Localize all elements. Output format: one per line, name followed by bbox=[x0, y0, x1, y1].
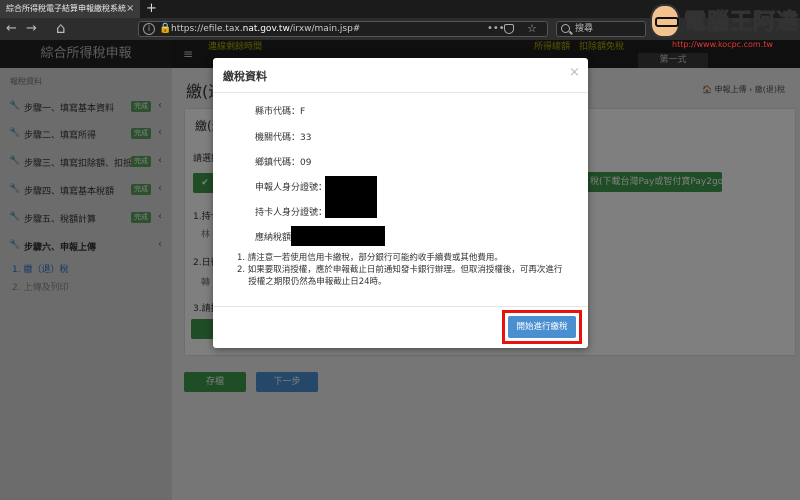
search-placeholder: 搜尋 bbox=[575, 24, 594, 34]
home-icon[interactable]: ⌂ bbox=[56, 19, 66, 37]
tax-payment-dialog: 繳稅資料 × 縣市代碼：F 機關代碼：33 鄉鎮代碼：09 申報人身分證號： 持… bbox=[213, 58, 588, 348]
divider bbox=[213, 92, 588, 93]
browser-tab[interactable]: 綜合所得稅電子結算申報繳稅系統 bbox=[0, 0, 140, 18]
township-code-field: 鄉鎮代碼：09 bbox=[255, 158, 312, 168]
note-item: 授權之期限仍然為申報截止日24時。 bbox=[237, 277, 387, 287]
close-icon[interactable]: × bbox=[569, 66, 580, 80]
info-icon[interactable]: i bbox=[143, 23, 155, 35]
search-input[interactable]: 搜尋 bbox=[556, 21, 646, 37]
agency-code-field: 機關代碼：33 bbox=[255, 133, 312, 143]
divider bbox=[213, 306, 588, 307]
back-icon[interactable]: ← bbox=[6, 20, 17, 38]
forward-icon[interactable]: → bbox=[26, 20, 37, 38]
dialog-title: 繳稅資料 bbox=[223, 70, 267, 83]
tab-title: 綜合所得稅電子結算申報繳稅系統 bbox=[6, 4, 126, 13]
watermark-logo: 電腦王阿達 http://www.kocpc.com.tw bbox=[648, 2, 800, 54]
tab-close-icon[interactable]: × bbox=[126, 0, 134, 18]
note-item: 2. 如果要取消授權，應於申報截止日前通知發卡銀行辦理。但取消授權後，可再次進行 bbox=[237, 265, 563, 275]
url-text: https://efile.tax.nat.gov.tw/irxw/main.j… bbox=[171, 24, 361, 34]
lock-icon: 🔒 bbox=[159, 23, 172, 34]
watermark-title: 電腦王阿達 bbox=[683, 10, 800, 36]
start-payment-button[interactable]: 開始進行繳稅 bbox=[508, 316, 576, 338]
page-actions-icon[interactable]: ••• bbox=[487, 22, 505, 36]
pocket-icon[interactable] bbox=[504, 24, 514, 34]
mascot-face-icon bbox=[650, 4, 680, 38]
search-icon bbox=[561, 24, 570, 33]
note-item: 1. 請注意一若使用信用卡繳稅，部分銀行可能約收手續費或其他費用。 bbox=[237, 253, 503, 263]
redacted-block bbox=[325, 197, 377, 218]
bookmark-star-icon[interactable]: ☆ bbox=[527, 22, 537, 36]
city-code-field: 縣市代碼：F bbox=[255, 107, 306, 117]
notes-list: 1. 請注意一若使用信用卡繳稅，部分銀行可能約收手續費或其他費用。 2. 如果要… bbox=[237, 252, 577, 288]
watermark-url: http://www.kocpc.com.tw bbox=[672, 40, 773, 49]
cardholder-id-field: 持卡人身分證號： bbox=[255, 208, 328, 218]
url-bar[interactable]: i 🔒 https://efile.tax.nat.gov.tw/irxw/ma… bbox=[138, 21, 548, 37]
redacted-block bbox=[291, 226, 385, 246]
filer-id-field: 申報人身分證號： bbox=[255, 183, 328, 193]
new-tab-icon[interactable]: + bbox=[146, 0, 157, 18]
